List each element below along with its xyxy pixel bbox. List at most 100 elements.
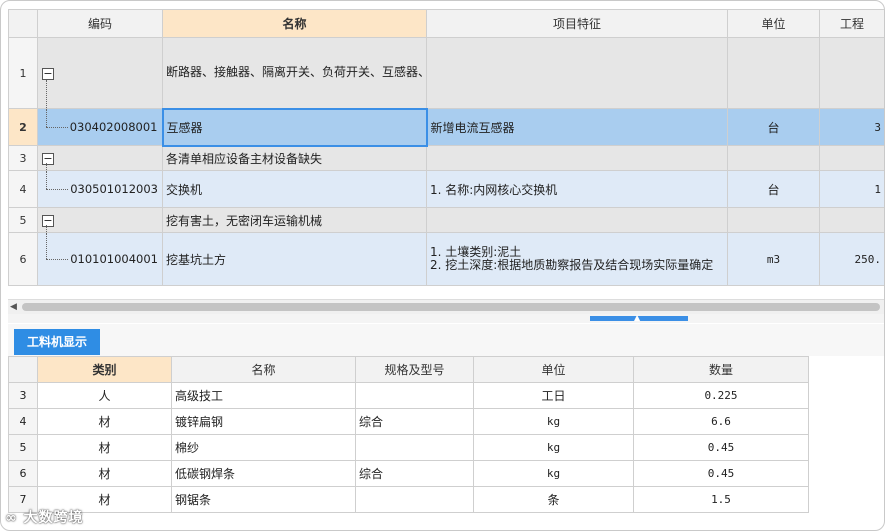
- tree-line: [46, 162, 47, 170]
- scroll-left-icon[interactable]: ◀: [10, 302, 17, 312]
- collapse-up-icon[interactable]: ▲: [634, 313, 640, 322]
- row-number: 3: [8, 145, 38, 171]
- category-cell[interactable]: 材: [37, 460, 172, 487]
- bottom-tab-bar: 工料机显示: [8, 324, 884, 356]
- unit-cell[interactable]: [727, 37, 820, 109]
- column-header-code[interactable]: 编码: [37, 9, 163, 38]
- horizontal-scrollbar[interactable]: ◀: [8, 299, 884, 314]
- table-row[interactable]: 3 人 高级技工 工日 0.225: [8, 382, 809, 409]
- spec-cell[interactable]: 综合: [355, 408, 474, 435]
- name-cell[interactable]: 挖有害土，无密闭车运输机械: [162, 207, 427, 233]
- name-cell[interactable]: 高级技工: [171, 382, 356, 409]
- spec-cell[interactable]: [355, 486, 474, 513]
- row-number: 6: [8, 460, 38, 487]
- table-row[interactable]: 5 材 棉纱 kg 0.45: [8, 434, 809, 461]
- unit-cell[interactable]: 台: [727, 108, 820, 146]
- table-row[interactable]: 6 材 低碳钢焊条 综合 kg 0.45: [8, 460, 809, 487]
- bill-grid-header: 编码 名称 项目特征 单位 工程: [8, 9, 884, 38]
- row-number: 3: [8, 382, 38, 409]
- column-header-name[interactable]: 名称: [171, 356, 356, 383]
- table-row[interactable]: 1 − 断路器、接触器、隔离开关、负荷开关、互感器、熔断器、避雷器、电抗器、电容…: [8, 37, 884, 109]
- column-header-quantity[interactable]: 工程: [819, 9, 884, 38]
- unit-cell[interactable]: m3: [727, 232, 820, 286]
- panel-splitter[interactable]: ▲: [8, 313, 884, 323]
- tab-labor-material-machine[interactable]: 工料机显示: [14, 329, 101, 355]
- row-number: 4: [8, 170, 38, 208]
- name-cell[interactable]: 钢锯条: [171, 486, 356, 513]
- name-cell[interactable]: 棉纱: [171, 434, 356, 461]
- quantity-cell[interactable]: [819, 37, 884, 109]
- row-number: 2: [8, 108, 38, 146]
- column-header-feature[interactable]: 项目特征: [426, 9, 728, 38]
- unit-cell[interactable]: [727, 207, 820, 233]
- table-row[interactable]: 7 材 钢锯条 条 1.5: [8, 486, 809, 513]
- unit-cell[interactable]: kg: [473, 460, 634, 487]
- spec-cell[interactable]: 综合: [355, 460, 474, 487]
- name-cell[interactable]: 断路器、接触器、隔离开关、负荷开关、互感器、熔断器、避雷器、电抗器、电容器、组架…: [162, 37, 427, 109]
- tree-line: [46, 127, 68, 128]
- quantity-cell[interactable]: 6.6: [633, 408, 809, 435]
- unit-cell[interactable]: 台: [727, 170, 820, 208]
- code-cell[interactable]: 010101004001: [37, 232, 163, 286]
- unit-cell[interactable]: kg: [473, 434, 634, 461]
- column-header-spec[interactable]: 规格及型号: [355, 356, 474, 383]
- unit-cell[interactable]: [727, 145, 820, 171]
- table-row[interactable]: 3 − 各清单相应设备主材设备缺失: [8, 145, 884, 171]
- feature-cell[interactable]: 1. 名称:内网核心交换机: [426, 170, 728, 208]
- feature-cell[interactable]: [426, 207, 728, 233]
- feature-cell[interactable]: [426, 145, 728, 171]
- quantity-cell[interactable]: [819, 145, 884, 171]
- column-header-unit[interactable]: 单位: [727, 9, 820, 38]
- quantity-cell[interactable]: 0.45: [633, 460, 809, 487]
- quantity-cell[interactable]: 3: [819, 108, 884, 146]
- unit-cell[interactable]: 工日: [473, 382, 634, 409]
- column-header-category[interactable]: 类别: [37, 356, 172, 383]
- unit-cell[interactable]: kg: [473, 408, 634, 435]
- code-value: 030402008001: [69, 120, 158, 134]
- quantity-cell[interactable]: 0.225: [633, 382, 809, 409]
- category-cell[interactable]: 材: [37, 434, 172, 461]
- table-row[interactable]: 6 010101004001 挖基坑土方 1. 土壤类别:泥土 2. 挖土深度:…: [8, 232, 884, 286]
- name-cell[interactable]: 挖基坑土方: [162, 232, 427, 286]
- column-header-unit[interactable]: 单位: [473, 356, 634, 383]
- quantity-cell[interactable]: 1.5: [633, 486, 809, 513]
- row-number: 5: [8, 434, 38, 461]
- tree-line: [46, 189, 68, 190]
- table-row[interactable]: 5 − 挖有害土，无密闭车运输机械: [8, 207, 884, 233]
- collapse-toggle-icon[interactable]: −: [42, 68, 54, 80]
- code-cell[interactable]: 030501012003: [37, 170, 163, 208]
- scrollbar-thumb[interactable]: [22, 303, 880, 311]
- quantity-cell[interactable]: 0.45: [633, 434, 809, 461]
- column-header-name[interactable]: 名称: [162, 9, 427, 38]
- feature-cell[interactable]: 新增电流互感器: [426, 108, 728, 146]
- spec-cell[interactable]: [355, 382, 474, 409]
- watermark-logo-icon: ∞: [5, 510, 18, 526]
- name-cell[interactable]: 交换机: [162, 170, 427, 208]
- code-cell[interactable]: 030402008001: [37, 108, 163, 146]
- row-number: 1: [8, 37, 38, 109]
- spec-cell[interactable]: [355, 434, 474, 461]
- code-cell[interactable]: −: [37, 145, 163, 171]
- code-cell[interactable]: −: [37, 37, 163, 109]
- category-cell[interactable]: 人: [37, 382, 172, 409]
- quantity-cell[interactable]: 250.: [819, 232, 884, 286]
- column-header-quantity[interactable]: 数量: [633, 356, 809, 383]
- table-row[interactable]: 4 材 镀锌扁钢 综合 kg 6.6: [8, 408, 809, 435]
- code-cell[interactable]: −: [37, 207, 163, 233]
- tree-line: [46, 233, 47, 259]
- feature-cell[interactable]: [426, 37, 728, 109]
- collapse-toggle-icon[interactable]: −: [42, 153, 54, 165]
- quantity-cell[interactable]: 1: [819, 170, 884, 208]
- quantity-cell[interactable]: [819, 207, 884, 233]
- table-row[interactable]: 4 030501012003 交换机 1. 名称:内网核心交换机 台 1: [8, 170, 884, 208]
- unit-cell[interactable]: 条: [473, 486, 634, 513]
- name-cell[interactable]: 各清单相应设备主材设备缺失: [162, 145, 427, 171]
- name-cell[interactable]: 镀锌扁钢: [171, 408, 356, 435]
- name-cell[interactable]: 低碳钢焊条: [171, 460, 356, 487]
- table-row-selected[interactable]: 2 030402008001 互感器 新增电流互感器 台 3: [8, 107, 884, 147]
- collapse-toggle-icon[interactable]: −: [42, 215, 54, 227]
- feature-cell[interactable]: 1. 土壤类别:泥土 2. 挖土深度:根据地质勘察报告及结合现场实际量确定: [426, 232, 728, 286]
- name-cell-editing[interactable]: 互感器: [161, 107, 428, 147]
- category-cell[interactable]: 材: [37, 408, 172, 435]
- row-number-header: [8, 9, 38, 38]
